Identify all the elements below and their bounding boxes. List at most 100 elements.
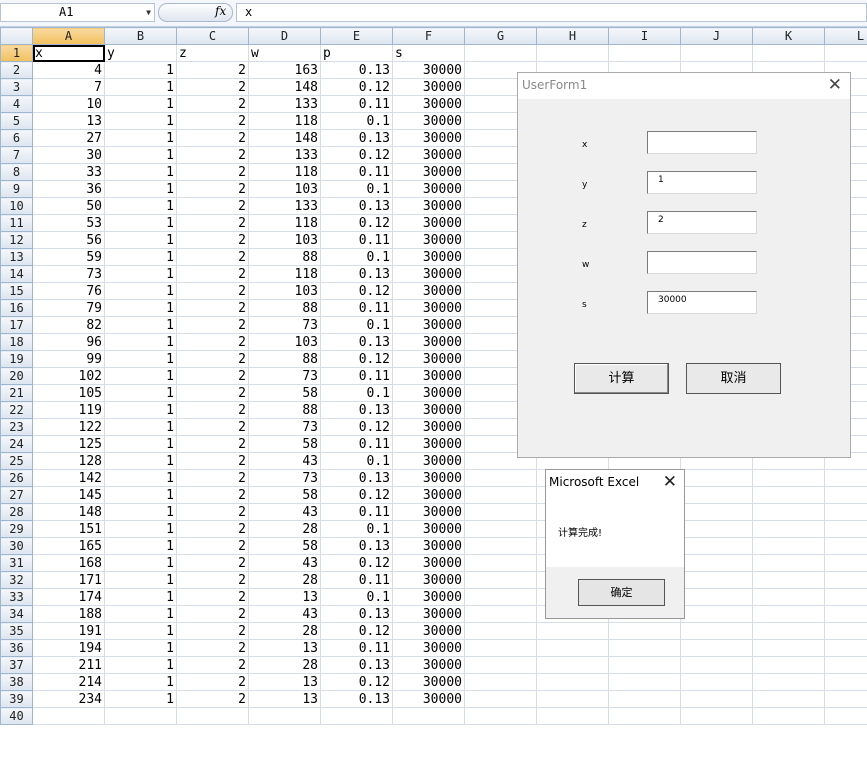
cell[interactable]: 103	[248, 231, 321, 249]
cell[interactable]: 133	[248, 95, 321, 113]
cell[interactable]	[752, 537, 825, 555]
row-header[interactable]: 27	[0, 486, 33, 504]
cell[interactable]	[464, 554, 537, 572]
cell[interactable]: 1	[104, 367, 177, 385]
row-header[interactable]: 10	[0, 197, 33, 215]
cell[interactable]: 2	[176, 146, 249, 164]
cell[interactable]: s	[392, 44, 465, 62]
row-header[interactable]: 38	[0, 673, 33, 691]
cell[interactable]: 2	[176, 214, 249, 232]
column-header-b[interactable]: B	[104, 27, 177, 45]
cell[interactable]: 1	[104, 214, 177, 232]
cell[interactable]: 73	[248, 316, 321, 334]
column-header-j[interactable]: J	[680, 27, 753, 45]
row-header[interactable]: 23	[0, 418, 33, 436]
cell[interactable]	[752, 639, 825, 657]
cell[interactable]: 30000	[392, 163, 465, 181]
cell[interactable]: 118	[248, 163, 321, 181]
cell[interactable]: 7	[32, 78, 105, 96]
cell[interactable]	[680, 486, 753, 504]
cell[interactable]: 1	[104, 197, 177, 215]
cell[interactable]: 58	[248, 384, 321, 402]
cell[interactable]	[608, 639, 681, 657]
row-header[interactable]: 21	[0, 384, 33, 402]
cell[interactable]: 30000	[392, 214, 465, 232]
cell[interactable]	[464, 503, 537, 521]
cell[interactable]: 194	[32, 639, 105, 657]
row-header[interactable]: 33	[0, 588, 33, 606]
cell[interactable]: 2	[176, 690, 249, 708]
row-header[interactable]: 26	[0, 469, 33, 487]
cell[interactable]: 30000	[392, 673, 465, 691]
cell[interactable]: 0.11	[320, 367, 393, 385]
cell[interactable]	[608, 707, 681, 725]
cell[interactable]: 128	[32, 452, 105, 470]
cell[interactable]	[752, 486, 825, 504]
cell[interactable]	[680, 537, 753, 555]
cell[interactable]: 1	[104, 469, 177, 487]
cell[interactable]: 2	[176, 401, 249, 419]
cell[interactable]	[680, 469, 753, 487]
cell[interactable]: 30000	[392, 418, 465, 436]
cell[interactable]	[680, 690, 753, 708]
cell[interactable]: 142	[32, 469, 105, 487]
cell[interactable]: 30000	[392, 486, 465, 504]
cell[interactable]: 88	[248, 299, 321, 317]
row-header[interactable]: 22	[0, 401, 33, 419]
cell[interactable]: 1	[104, 520, 177, 538]
cell[interactable]: 1	[104, 571, 177, 589]
s-input[interactable]: 30000	[647, 291, 757, 314]
cell[interactable]: 13	[248, 588, 321, 606]
cell[interactable]: 30000	[392, 469, 465, 487]
cell[interactable]: 58	[248, 486, 321, 504]
cell[interactable]: 79	[32, 299, 105, 317]
cell[interactable]	[824, 44, 867, 62]
cell[interactable]: 2	[176, 180, 249, 198]
cell[interactable]	[608, 44, 681, 62]
cell[interactable]	[536, 44, 609, 62]
cell[interactable]	[104, 707, 177, 725]
cell[interactable]: 0.11	[320, 503, 393, 521]
row-header[interactable]: 2	[0, 61, 33, 79]
cell[interactable]: 1	[104, 95, 177, 113]
cell[interactable]: 13	[32, 112, 105, 130]
cell[interactable]: 0.12	[320, 622, 393, 640]
cell[interactable]: 2	[176, 61, 249, 79]
cell[interactable]: 0.12	[320, 673, 393, 691]
cell[interactable]: 1	[104, 333, 177, 351]
cell[interactable]: 0.12	[320, 146, 393, 164]
cell[interactable]: 102	[32, 367, 105, 385]
cell[interactable]	[680, 503, 753, 521]
cell[interactable]	[824, 469, 867, 487]
cell[interactable]: 30000	[392, 384, 465, 402]
row-header[interactable]: 9	[0, 180, 33, 198]
cell[interactable]	[32, 707, 105, 725]
cell[interactable]: 30000	[392, 350, 465, 368]
cell[interactable]: 2	[176, 282, 249, 300]
cell[interactable]: 0.11	[320, 231, 393, 249]
cell[interactable]	[824, 486, 867, 504]
cell[interactable]: 148	[248, 78, 321, 96]
cell[interactable]	[752, 622, 825, 640]
row-header[interactable]: 12	[0, 231, 33, 249]
cell[interactable]: 151	[32, 520, 105, 538]
cell[interactable]: 10	[32, 95, 105, 113]
cell[interactable]: 0.13	[320, 605, 393, 623]
column-header-a[interactable]: A	[32, 27, 105, 45]
cell[interactable]: 73	[32, 265, 105, 283]
cell[interactable]: 1	[104, 690, 177, 708]
cell[interactable]: 0.13	[320, 537, 393, 555]
cell[interactable]: 2	[176, 299, 249, 317]
cell[interactable]	[680, 707, 753, 725]
cell[interactable]: 1	[104, 537, 177, 555]
cell[interactable]	[824, 656, 867, 674]
cell[interactable]: 148	[32, 503, 105, 521]
cell[interactable]: 73	[248, 418, 321, 436]
cell[interactable]: 1	[104, 605, 177, 623]
z-input[interactable]: 2	[647, 211, 757, 234]
cell[interactable]: 0.12	[320, 554, 393, 572]
cell[interactable]: 30000	[392, 231, 465, 249]
row-header[interactable]: 37	[0, 656, 33, 674]
cell[interactable]: 30000	[392, 639, 465, 657]
cell[interactable]: 30000	[392, 146, 465, 164]
